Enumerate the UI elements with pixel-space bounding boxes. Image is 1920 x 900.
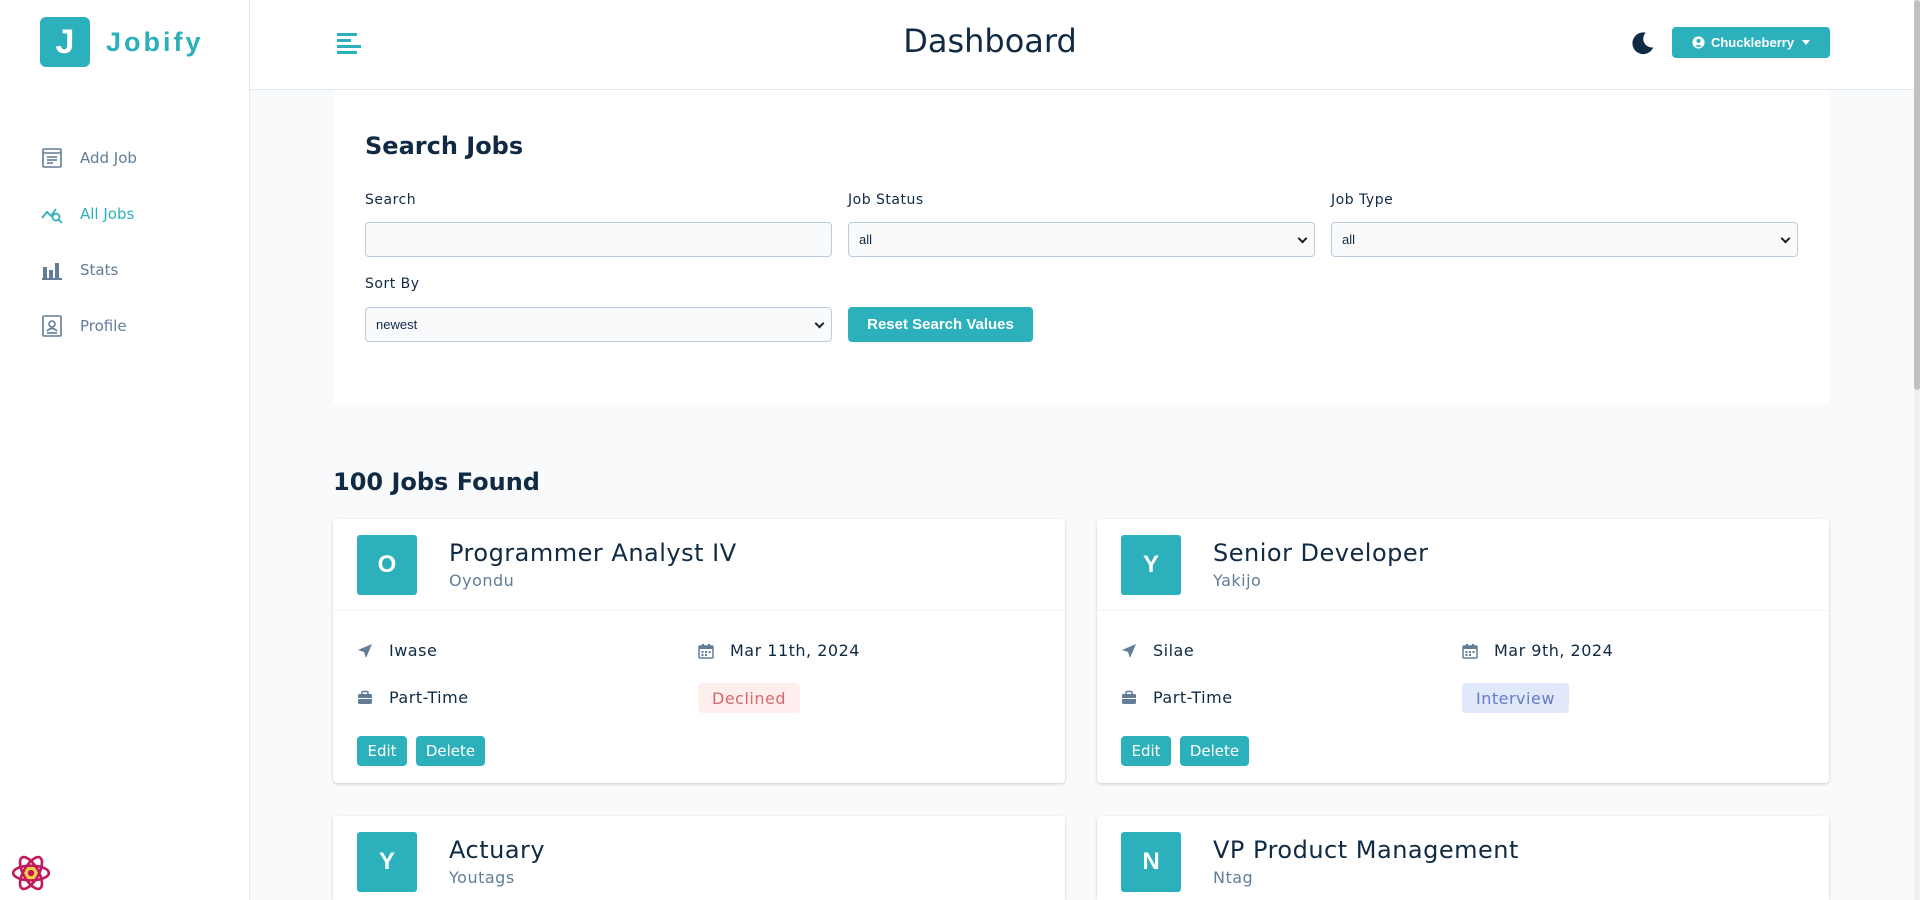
calendar-icon xyxy=(698,643,714,659)
job-type-label: Job Type xyxy=(1331,192,1394,208)
job-company: Oyondu xyxy=(449,571,515,590)
search-input[interactable] xyxy=(365,222,832,257)
sidebar-item-label: All Jobs xyxy=(80,205,135,223)
briefcase-icon xyxy=(358,690,372,704)
job-date-text: Mar 11th, 2024 xyxy=(730,641,860,660)
job-type-text: Part-Time xyxy=(389,688,469,707)
job-company: Yakijo xyxy=(1213,571,1262,590)
caret-down-icon xyxy=(1802,40,1811,45)
location-arrow-icon xyxy=(1122,643,1136,658)
job-position: Senior Developer xyxy=(1213,539,1429,567)
job-card: N VP Product Management Ntag xyxy=(1097,816,1829,900)
search-form-title: Search Jobs xyxy=(365,132,524,160)
company-initial: Y xyxy=(1121,535,1181,595)
job-type-select[interactable]: all xyxy=(1331,222,1798,257)
job-position: Programmer Analyst IV xyxy=(449,539,737,567)
calendar-icon xyxy=(1462,643,1478,659)
sort-by-value: newest xyxy=(376,317,418,332)
chevron-down-icon xyxy=(1297,233,1308,244)
edit-button[interactable]: Edit xyxy=(357,736,407,766)
sort-by-label: Sort By xyxy=(365,276,420,292)
job-card: O Programmer Analyst IV Oyondu Iwase Mar… xyxy=(333,519,1065,783)
user-name: Chuckleberry xyxy=(1710,35,1795,50)
job-type-text: Part-Time xyxy=(1153,688,1233,707)
chevron-down-icon xyxy=(814,318,825,329)
job-card-header: N VP Product Management Ntag xyxy=(1097,816,1829,900)
user-circle-icon xyxy=(1692,36,1705,49)
sidebar-item-label: Stats xyxy=(80,261,119,279)
company-initial: N xyxy=(1121,832,1181,892)
job-type-value: all xyxy=(1342,232,1356,247)
stats-icon xyxy=(42,263,62,280)
scrollbar-thumb[interactable] xyxy=(1914,0,1920,390)
sidebar-item-label: Add Job xyxy=(80,149,137,167)
job-company: Ntag xyxy=(1213,868,1254,887)
job-location: Iwase xyxy=(357,641,437,660)
location-arrow-icon xyxy=(358,643,372,658)
logo-text: Jobify xyxy=(106,26,204,57)
sidebar-item-stats[interactable]: Stats xyxy=(40,242,137,298)
job-location: Silae xyxy=(1121,641,1194,660)
job-position: VP Product Management xyxy=(1213,836,1519,864)
edit-button[interactable]: Edit xyxy=(1121,736,1171,766)
sidebar-nav: Add Job All Jobs Stats Profile xyxy=(40,130,137,354)
sidebar-item-all-jobs[interactable]: All Jobs xyxy=(40,186,137,242)
sidebar-item-profile[interactable]: Profile xyxy=(40,298,137,354)
jobs-found-count: 100 Jobs Found xyxy=(333,468,540,496)
job-card: Y Senior Developer Yakijo Silae Mar 9th,… xyxy=(1097,519,1829,783)
company-initial: Y xyxy=(357,832,417,892)
chevron-down-icon xyxy=(1780,233,1791,244)
top-navbar: Dashboard Chuckleberry xyxy=(250,0,1920,90)
react-devtools-icon[interactable] xyxy=(10,852,52,894)
job-card-header: Y Senior Developer Yakijo xyxy=(1097,519,1829,611)
job-card-header: Y Actuary Youtags xyxy=(333,816,1065,900)
status-badge: Interview xyxy=(1462,683,1569,713)
page-title: Dashboard xyxy=(903,22,1077,60)
job-date: Mar 11th, 2024 xyxy=(698,641,860,660)
logo-mark: J xyxy=(40,17,90,67)
sort-by-select[interactable]: newest xyxy=(365,307,832,342)
company-initial: O xyxy=(357,535,417,595)
job-card-header: O Programmer Analyst IV Oyondu xyxy=(333,519,1065,611)
search-label: Search xyxy=(365,192,417,208)
job-type: Part-Time xyxy=(1121,688,1233,707)
job-type: Part-Time xyxy=(357,688,469,707)
job-location-text: Iwase xyxy=(389,641,438,660)
job-status-value: all xyxy=(859,232,873,247)
delete-button[interactable]: Delete xyxy=(1180,736,1249,766)
search-form: Search Jobs Search Job Status all Job Ty… xyxy=(333,90,1829,405)
sidebar: J Jobify Add Job All Jobs Stats Profile xyxy=(0,0,250,900)
job-location-text: Silae xyxy=(1153,641,1195,660)
user-menu-button[interactable]: Chuckleberry xyxy=(1672,27,1830,58)
delete-button[interactable]: Delete xyxy=(416,736,485,766)
status-badge: Declined xyxy=(698,683,800,713)
sidebar-item-add-job[interactable]: Add Job xyxy=(40,130,137,186)
all-jobs-icon xyxy=(41,208,63,224)
add-job-icon xyxy=(42,148,62,168)
job-company: Youtags xyxy=(449,868,515,887)
moon-icon[interactable] xyxy=(1630,30,1656,56)
job-date: Mar 9th, 2024 xyxy=(1462,641,1613,660)
job-position: Actuary xyxy=(449,836,546,864)
job-status-label: Job Status xyxy=(848,192,924,208)
sidebar-item-label: Profile xyxy=(80,317,127,335)
job-status-select[interactable]: all xyxy=(848,222,1315,257)
briefcase-icon xyxy=(1122,690,1136,704)
profile-icon xyxy=(42,315,62,337)
reset-search-button[interactable]: Reset Search Values xyxy=(848,307,1033,342)
logo[interactable]: J Jobify xyxy=(40,17,204,67)
job-card: Y Actuary Youtags xyxy=(333,816,1065,900)
job-date-text: Mar 9th, 2024 xyxy=(1494,641,1614,660)
